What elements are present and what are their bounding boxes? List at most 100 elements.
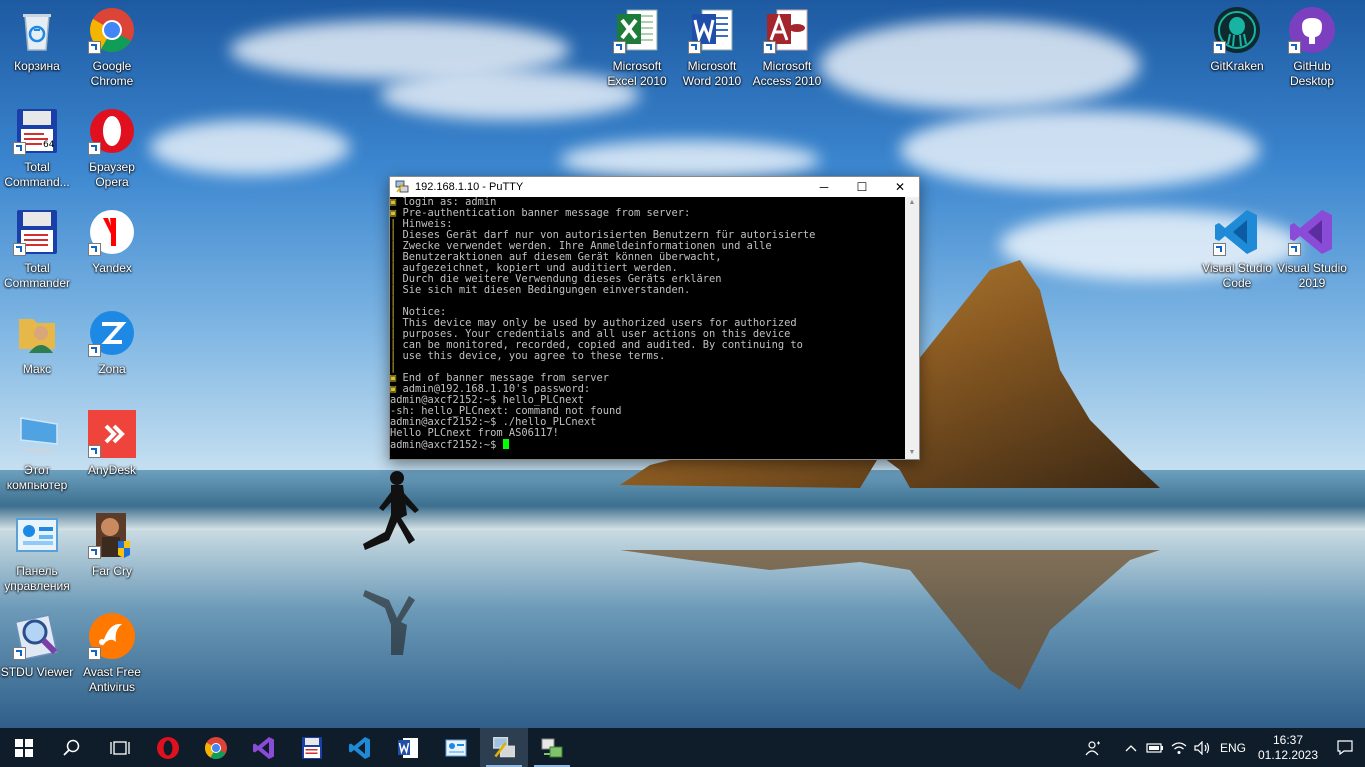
- desktop-icon-gitkraken[interactable]: GitKraken: [1200, 6, 1274, 74]
- desktop-icon-visual-studio[interactable]: Visual Studio 2019: [1275, 208, 1349, 291]
- taskbar-visual-studio[interactable]: [240, 728, 288, 767]
- desktop-icon-zona[interactable]: Zona: [75, 309, 149, 377]
- desktop-icon-total-commander-64[interactable]: 64 Total Command...: [0, 107, 74, 190]
- desktop-icon-label: Браузер Opera: [89, 160, 135, 189]
- taskbar-chrome[interactable]: [192, 728, 240, 767]
- desktop-icon-avast[interactable]: Avast Free Antivirus: [75, 612, 149, 695]
- floppy-icon: [302, 736, 322, 759]
- close-button[interactable]: ✕: [881, 177, 919, 197]
- clock[interactable]: 16:37 01.12.2023: [1251, 733, 1325, 763]
- desktop-icon-label: AnyDesk: [87, 463, 137, 477]
- start-button[interactable]: [0, 728, 48, 767]
- search-icon: [63, 739, 80, 756]
- desktop-icon-label: Microsoft Word 2010: [682, 59, 742, 88]
- this-pc-icon: [20, 417, 58, 454]
- desktop-icon-opera[interactable]: Браузер Opera: [75, 107, 149, 190]
- terminal-line: | use this device, you agree to these te…: [390, 351, 905, 362]
- desktop-icon-github-desktop[interactable]: GitHub Desktop: [1275, 6, 1349, 89]
- task-view-icon: [110, 740, 130, 755]
- people-icon[interactable]: [1081, 728, 1105, 767]
- taskbar-vscode[interactable]: [336, 728, 384, 767]
- control-panel-icon: [16, 518, 58, 552]
- shortcut-arrow-icon: [1288, 243, 1301, 256]
- shortcut-arrow-icon: [88, 546, 101, 559]
- battery-icon[interactable]: [1143, 728, 1167, 767]
- desktop-icon-access[interactable]: Microsoft Access 2010: [750, 6, 824, 89]
- desktop-icon-label: Visual Studio 2019: [1277, 261, 1347, 290]
- desktop-icon-excel[interactable]: Microsoft Excel 2010: [600, 6, 674, 89]
- shortcut-arrow-icon: [1288, 41, 1301, 54]
- terminal-output[interactable]: ▣ login as: admin ▣ Pre-authentication ba…: [390, 197, 905, 459]
- desktop-icon-label: Этот компьютер: [6, 463, 68, 492]
- shortcut-arrow-icon: [13, 142, 26, 155]
- desktop-icon-label: Панель управления: [4, 564, 70, 593]
- desktop-icon-recycle-bin[interactable]: Корзина: [0, 6, 74, 74]
- network-tool-icon: [541, 738, 563, 757]
- desktop-icon-label: Zona: [98, 362, 126, 376]
- recycle-bin-icon: [23, 14, 51, 51]
- user-folder-icon: [19, 319, 55, 353]
- desktop-icon-label: Visual Studio Code: [1202, 261, 1272, 290]
- volume-icon[interactable]: [1191, 728, 1215, 767]
- clock-date: 01.12.2023: [1257, 747, 1319, 762]
- taskbar-word[interactable]: [384, 728, 432, 767]
- task-view-button[interactable]: [96, 728, 144, 767]
- scroll-down-icon[interactable]: ▼: [905, 447, 919, 459]
- shortcut-arrow-icon: [1213, 41, 1226, 54]
- scroll-up-icon[interactable]: ▲: [905, 197, 919, 209]
- clock-time: 16:37: [1272, 732, 1304, 747]
- shortcut-arrow-icon: [88, 445, 101, 458]
- desktop-icon-yandex[interactable]: Yandex: [75, 208, 149, 276]
- putty-titlebar[interactable]: 192.168.1.10 - PuTTY ─ ☐ ✕: [390, 177, 919, 197]
- desktop-icon-vscode[interactable]: Visual Studio Code: [1200, 208, 1274, 291]
- desktop-icon-stdu-viewer[interactable]: STDU Viewer: [0, 612, 74, 680]
- windows-icon: [15, 738, 33, 757]
- terminal-scrollbar[interactable]: ▲ ▼: [905, 197, 919, 459]
- chevron-up-icon[interactable]: [1119, 728, 1143, 767]
- chrome-icon: [205, 736, 227, 759]
- desktop-icon-anydesk[interactable]: AnyDesk: [75, 410, 149, 478]
- shortcut-arrow-icon: [88, 142, 101, 155]
- shortcut-arrow-icon: [88, 243, 101, 256]
- desktop-icon-label: GitKraken: [1210, 59, 1264, 73]
- shortcut-arrow-icon: [88, 344, 101, 357]
- putty-icon: [493, 736, 515, 757]
- shortcut-arrow-icon: [88, 41, 101, 54]
- desktop-icon-user-folder[interactable]: Макс: [0, 309, 74, 377]
- desktop-icon-label: Total Commander: [3, 261, 71, 290]
- desktop-icon-total-commander[interactable]: Total Commander: [0, 208, 74, 291]
- taskbar-control-panel[interactable]: [432, 728, 480, 767]
- notification-icon[interactable]: [1325, 728, 1365, 767]
- taskbar-opera[interactable]: [144, 728, 192, 767]
- taskbar-total-commander[interactable]: [288, 728, 336, 767]
- terminal-line: admin@axcf2152:~$: [390, 439, 905, 451]
- desktop-icon-control-panel[interactable]: Панель управления: [0, 511, 74, 594]
- putty-window-title: 192.168.1.10 - PuTTY: [415, 181, 524, 193]
- vscode-icon: [349, 736, 370, 759]
- terminal-line-text: admin@axcf2152:~$: [390, 439, 503, 451]
- control-panel-icon: [445, 739, 467, 756]
- system-tray: ENG 16:37 01.12.2023: [1081, 728, 1365, 767]
- language-indicator[interactable]: ENG: [1215, 741, 1251, 755]
- taskbar-putty[interactable]: [480, 728, 528, 767]
- desktop-icon-label: GitHub Desktop: [1289, 59, 1335, 88]
- desktop-icon-label: STDU Viewer: [0, 665, 74, 679]
- desktop-icon-label: Far Cry: [92, 564, 132, 578]
- search-button[interactable]: [48, 728, 96, 767]
- desktop-icon-word[interactable]: Microsoft Word 2010: [675, 6, 749, 89]
- desktop-icon-label: Total Command...: [4, 160, 70, 189]
- maximize-button[interactable]: ☐: [843, 177, 881, 197]
- word-icon: [398, 737, 418, 758]
- terminal-line: | Sie sich mit diesen Bedingungen einver…: [390, 285, 905, 296]
- desktop-icon-label: Microsoft Excel 2010: [607, 59, 667, 88]
- desktop-icon-this-pc[interactable]: Этот компьютер: [0, 410, 74, 493]
- terminal-cursor: [502, 439, 509, 449]
- minimize-button[interactable]: ─: [805, 177, 843, 197]
- terminal-line: Hello PLCnext from AS06117!: [390, 428, 905, 439]
- desktop-icon-far-cry[interactable]: Far Cry: [75, 511, 149, 579]
- wifi-icon[interactable]: [1167, 728, 1191, 767]
- taskbar-network-tool[interactable]: [528, 728, 576, 767]
- desktop-icon-google-chrome[interactable]: Google Chrome: [75, 6, 149, 89]
- shortcut-arrow-icon: [13, 647, 26, 660]
- putty-window[interactable]: 192.168.1.10 - PuTTY ─ ☐ ✕ ▣ login as: a…: [389, 176, 920, 460]
